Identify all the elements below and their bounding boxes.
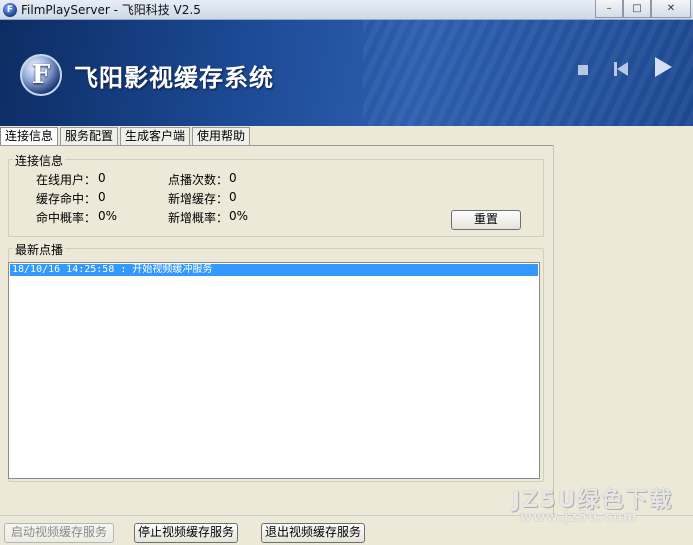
new-cache-label: 新增缓存： — [168, 192, 229, 206]
window-title: FilmPlayServer - 飞阳科技 V2.5 — [21, 3, 201, 17]
new-cache-value: 0 — [229, 190, 237, 204]
play-icon[interactable] — [655, 57, 672, 77]
recent-plays-title: 最新点播 — [13, 241, 66, 258]
cache-hits-label: 缓存命中： — [36, 192, 97, 206]
cache-hits-value: 0 — [98, 190, 106, 204]
tab-bar: 连接信息 服务配置 生成客户端 使用帮助 — [0, 127, 693, 146]
maximize-icon[interactable]: □ — [623, 0, 651, 18]
banner-decoration — [363, 20, 693, 126]
play-count-value: 0 — [229, 171, 237, 185]
new-rate-value: 0% — [229, 209, 249, 223]
online-users-value: 0 — [98, 171, 106, 185]
online-users-label: 在线用户： — [36, 173, 97, 187]
tab-service-config[interactable]: 服务配置 — [60, 127, 119, 145]
recent-plays-list[interactable]: 18/10/16 14:25:58 : 开始视频缓冲服务 — [8, 262, 540, 479]
exit-service-button[interactable]: 退出视频缓存服务 — [261, 523, 365, 543]
tab-generate-client[interactable]: 生成客户端 — [120, 127, 191, 145]
banner-title: 飞阳影视缓存系统 — [74, 64, 274, 92]
banner: F 飞阳影视缓存系统 — [0, 20, 693, 126]
app-icon: F — [3, 2, 17, 17]
hit-rate-value: 0% — [98, 209, 118, 223]
connection-info-title: 连接信息 — [13, 152, 66, 169]
window-controls: – □ ✕ — [595, 0, 691, 18]
stop-service-button[interactable]: 停止视频缓存服务 — [134, 523, 238, 543]
play-count-label: 点播次数： — [168, 173, 229, 187]
title-bar: F FilmPlayServer - 飞阳科技 V2.5 – □ ✕ — [0, 0, 693, 20]
hit-rate-label: 命中概率： — [36, 211, 97, 225]
new-rate-label: 新增概率： — [168, 211, 229, 225]
start-service-button[interactable]: 启动视频缓存服务 — [4, 523, 114, 543]
minimize-icon[interactable]: – — [595, 0, 623, 18]
list-item[interactable]: 18/10/16 14:25:58 : 开始视频缓冲服务 — [10, 264, 538, 276]
tab-connection-info[interactable]: 连接信息 — [0, 127, 59, 146]
watermark-url: www.jz5u.com — [520, 510, 638, 525]
previous-icon[interactable] — [614, 62, 630, 76]
tab-help[interactable]: 使用帮助 — [192, 127, 251, 145]
logo-icon: F — [20, 54, 62, 96]
close-icon[interactable]: ✕ — [651, 0, 691, 18]
stop-icon[interactable] — [578, 65, 588, 75]
reset-button[interactable]: 重置 — [451, 210, 521, 230]
